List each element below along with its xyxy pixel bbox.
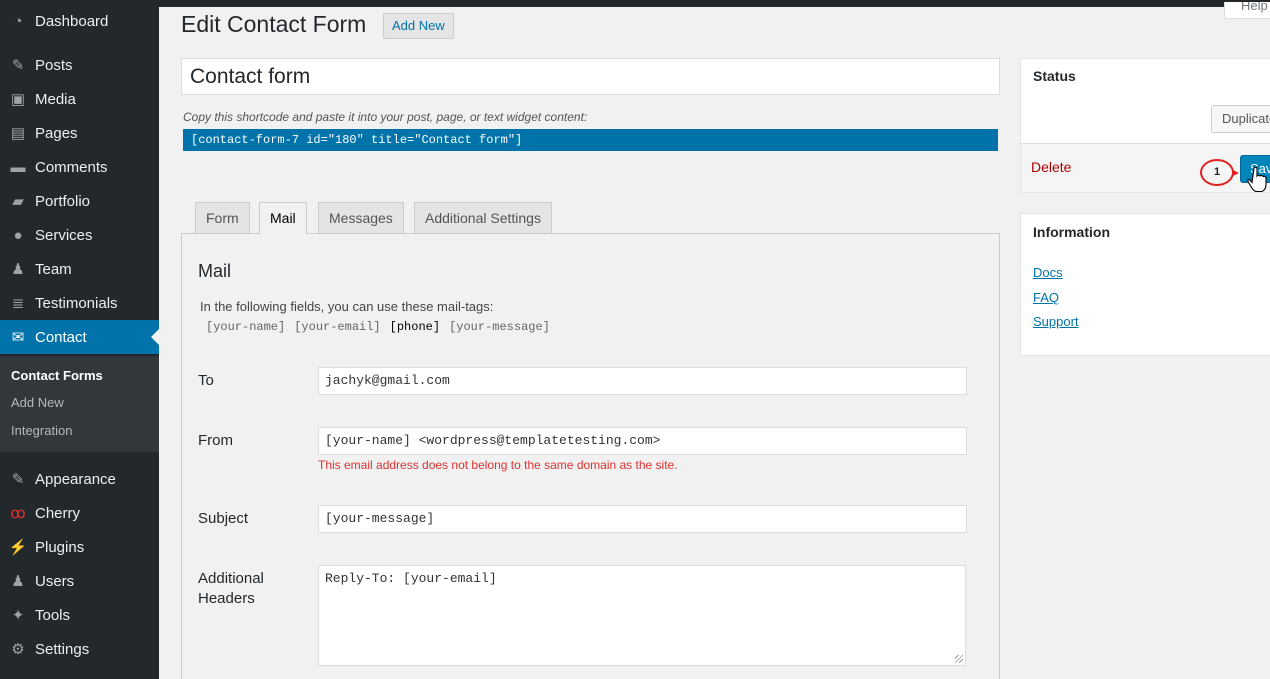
plug-icon: ⚡ bbox=[8, 539, 28, 556]
mail-tag: [phone] bbox=[389, 320, 441, 334]
sidebar-item-settings[interactable]: ⚙ Settings bbox=[0, 632, 159, 666]
delete-link[interactable]: Delete bbox=[1031, 159, 1071, 175]
tab-mail[interactable]: Mail bbox=[259, 202, 307, 234]
sidebar-item-posts[interactable]: ✎ Posts bbox=[0, 48, 159, 82]
sidebar-item-pages[interactable]: ▤ Pages bbox=[0, 116, 159, 150]
subject-label: Subject bbox=[198, 510, 249, 527]
shortcode-field[interactable]: [contact-form-7 id="180" title="Contact … bbox=[183, 129, 998, 151]
mail-tag: [your-message] bbox=[449, 320, 550, 334]
sidebar-item-cherry[interactable]: ꝏ Cherry bbox=[0, 496, 159, 530]
sidebar-item-label: Settings bbox=[35, 640, 90, 658]
tab-additional-settings[interactable]: Additional Settings bbox=[414, 202, 552, 233]
add-new-button[interactable]: Add New bbox=[383, 13, 454, 39]
to-field[interactable]: jachyk@gmail.com bbox=[318, 367, 967, 395]
additional-headers-textarea[interactable]: Reply-To: [your-email] bbox=[318, 565, 966, 666]
sidebar-item-media[interactable]: ▣ Media bbox=[0, 82, 159, 116]
page-title: Edit Contact Form bbox=[181, 11, 367, 37]
contact-submenu: Contact Forms Add New Integration bbox=[0, 356, 159, 452]
sidebar-item-label: Pages bbox=[35, 124, 78, 142]
subject-field[interactable]: [your-message] bbox=[318, 505, 967, 533]
headers-value: Reply-To: [your-email] bbox=[325, 571, 497, 586]
folder-icon: ▰ bbox=[12, 193, 24, 210]
sidebar-item-label: Services bbox=[35, 226, 93, 244]
admin-top-bar bbox=[159, 0, 1270, 7]
sidebar-item-comments[interactable]: ▬ Comments bbox=[0, 150, 159, 184]
sidebar-item-contact[interactable]: ✉ Contact bbox=[0, 320, 159, 354]
sidebar-item-services[interactable]: ● Services bbox=[0, 218, 159, 252]
sidebar-item-label: Comments bbox=[35, 158, 108, 176]
admin-sidebar: ◔ Dashboard ✎ Posts ▣ Media ▤ Pages ▬ Co… bbox=[0, 0, 159, 679]
pages-icon: ▤ bbox=[10, 125, 26, 142]
sidebar-item-testimonials[interactable]: ≣ Testimonials bbox=[0, 286, 159, 320]
wrench-icon: ✦ bbox=[11, 607, 25, 624]
submenu-add-new[interactable]: Add New bbox=[11, 395, 64, 410]
mail-heading: Mail bbox=[198, 261, 232, 281]
sidebar-item-label: Appearance bbox=[35, 470, 116, 488]
submenu-contact-forms[interactable]: Contact Forms bbox=[11, 368, 103, 383]
from-label: From bbox=[198, 432, 233, 449]
sidebar-item-tools[interactable]: ✦ Tools bbox=[0, 598, 159, 632]
sidebar-item-label: Posts bbox=[35, 56, 73, 74]
pin-icon: ✎ bbox=[11, 57, 25, 74]
sidebar-item-label: Portfolio bbox=[35, 192, 91, 210]
status-title: Status bbox=[1033, 68, 1076, 84]
testimonials-icon: ≣ bbox=[11, 295, 25, 312]
headers-label-line: Additional bbox=[198, 570, 264, 587]
sidebar-item-users[interactable]: ♟ Users bbox=[0, 564, 159, 598]
sidebar-item-label: Media bbox=[35, 90, 76, 108]
sidebar-item-label: Testimonials bbox=[35, 294, 118, 312]
envelope-icon: ✉ bbox=[11, 329, 25, 346]
dashboard-icon: ◔ bbox=[13, 12, 23, 30]
sliders-icon: ⚙ bbox=[11, 641, 25, 658]
sidebar-item-portfolio[interactable]: ▰ Portfolio bbox=[0, 184, 159, 218]
mail-tag: [your-email] bbox=[294, 320, 381, 334]
sidebar-item-label: Contact bbox=[35, 328, 87, 346]
team-icon: ♟ bbox=[11, 261, 25, 278]
tab-form[interactable]: Form bbox=[195, 202, 250, 233]
sidebar-item-label: Tools bbox=[35, 606, 71, 624]
shortcode-hint: Copy this shortcode and paste it into yo… bbox=[183, 110, 588, 124]
sidebar-item-plugins[interactable]: ⚡ Plugins bbox=[0, 530, 159, 564]
from-error-message: This email address does not belong to th… bbox=[318, 458, 678, 472]
sidebar-item-label: Dashboard bbox=[35, 12, 109, 30]
submenu-integration[interactable]: Integration bbox=[11, 423, 72, 438]
mail-tags-list: [your-name] [your-email] [phone] [your-m… bbox=[206, 320, 550, 334]
cherry-icon: ꝏ bbox=[10, 505, 26, 522]
sidebar-item-label: Cherry bbox=[35, 504, 81, 522]
sidebar-item-label: Team bbox=[35, 260, 72, 278]
sidebar-item-dashboard[interactable]: ◔ Dashboard bbox=[0, 4, 159, 38]
duplicate-button[interactable]: Duplicate bbox=[1211, 105, 1270, 133]
sidebar-item-label: Plugins bbox=[35, 538, 85, 556]
step-marker-annotation: 1 bbox=[1200, 159, 1234, 186]
hand-cursor-icon bbox=[1247, 166, 1267, 192]
user-icon: ♟ bbox=[11, 573, 25, 590]
information-title: Information bbox=[1033, 224, 1110, 240]
comment-icon: ▬ bbox=[10, 158, 26, 176]
form-title-input[interactable]: Contact form bbox=[181, 58, 1000, 95]
sidebar-item-team[interactable]: ♟ Team bbox=[0, 252, 159, 286]
paintbrush-icon: ✎ bbox=[11, 471, 25, 488]
help-tab[interactable]: Help bbox=[1224, 2, 1270, 19]
headers-label-line: Headers bbox=[198, 590, 255, 607]
support-link[interactable]: Support bbox=[1033, 314, 1079, 329]
lightbulb-icon: ● bbox=[13, 226, 23, 244]
from-field[interactable]: [your-name] <wordpress@templatetesting.c… bbox=[318, 427, 967, 455]
arrow-icon bbox=[1233, 170, 1239, 176]
sidebar-item-appearance[interactable]: ✎ Appearance bbox=[0, 462, 159, 496]
sidebar-item-label: Users bbox=[35, 572, 75, 590]
media-icon: ▣ bbox=[10, 91, 26, 108]
faq-link[interactable]: FAQ bbox=[1033, 290, 1059, 305]
additional-headers-label: Additional Headers bbox=[198, 569, 264, 609]
to-label: To bbox=[198, 372, 214, 389]
resize-handle-icon[interactable] bbox=[955, 655, 963, 663]
docs-link[interactable]: Docs bbox=[1033, 265, 1063, 280]
mail-tag: [your-name] bbox=[206, 320, 286, 334]
mail-tags-note: In the following fields, you can use the… bbox=[200, 299, 494, 314]
tab-messages[interactable]: Messages bbox=[318, 202, 404, 233]
